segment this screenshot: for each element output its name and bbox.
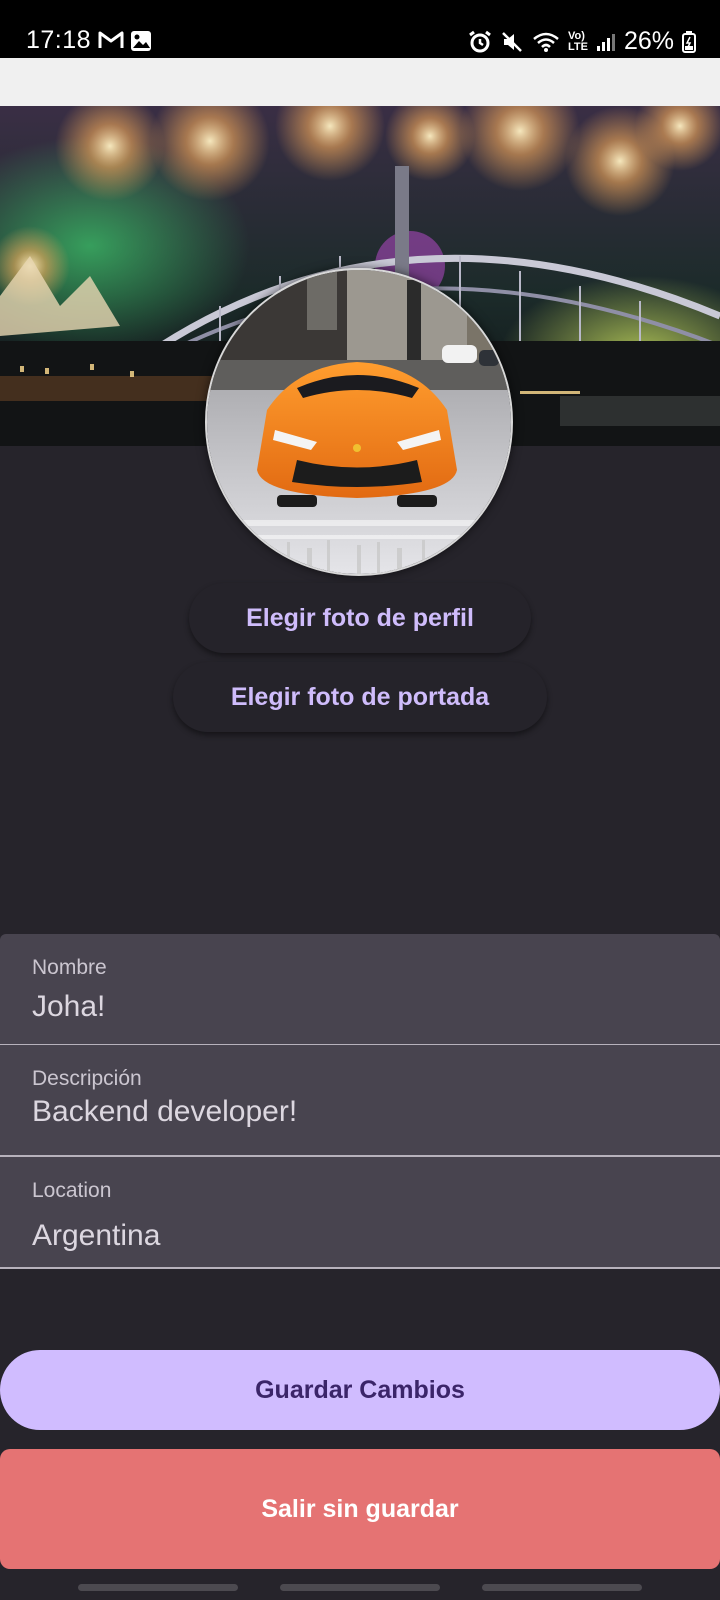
status-notification-icons xyxy=(98,30,152,52)
volte-icon: Vo) LTE xyxy=(567,29,588,53)
nav-home-button[interactable] xyxy=(280,1584,440,1591)
description-field[interactable]: Descripción Backend developer! xyxy=(0,1045,720,1157)
nav-recents-button[interactable] xyxy=(78,1584,238,1591)
location-field-label: Location xyxy=(32,1179,112,1202)
location-field[interactable]: Location Argentina xyxy=(0,1157,720,1269)
wifi-icon xyxy=(533,32,559,52)
nav-back-button[interactable] xyxy=(482,1584,642,1591)
status-system-icons: Vo) LTE 26% xyxy=(468,27,696,56)
alarm-icon xyxy=(469,30,491,52)
name-field-value[interactable]: Joha! xyxy=(32,990,105,1024)
gallery-icon xyxy=(131,31,151,51)
volte-label-bottom: LTE xyxy=(567,40,588,53)
location-field-value[interactable]: Argentina xyxy=(32,1219,160,1253)
choose-profile-photo-button[interactable]: Elegir foto de perfil xyxy=(189,583,531,653)
volte-label-top: Vo) xyxy=(567,29,585,42)
name-field[interactable]: Nombre Joha! xyxy=(0,934,720,1046)
exit-without-saving-button[interactable]: Salir sin guardar xyxy=(0,1449,720,1569)
description-field-label: Descripción xyxy=(32,1067,142,1090)
battery-icon xyxy=(682,30,696,53)
status-time: 17:18 xyxy=(26,26,92,54)
save-changes-button[interactable]: Guardar Cambios xyxy=(0,1350,720,1430)
profile-avatar[interactable] xyxy=(205,268,513,576)
name-field-label: Nombre xyxy=(32,956,107,979)
gmail-icon xyxy=(98,31,124,48)
choose-cover-photo-button[interactable]: Elegir foto de portada xyxy=(173,662,547,732)
battery-percent: 26% xyxy=(623,27,674,55)
mute-icon xyxy=(502,31,522,52)
app-top-bar xyxy=(0,58,720,106)
status-bar: 17:18 Vo) LTE 26% xyxy=(0,0,720,58)
description-field-value[interactable]: Backend developer! xyxy=(32,1095,297,1129)
signal-icon xyxy=(596,33,615,51)
